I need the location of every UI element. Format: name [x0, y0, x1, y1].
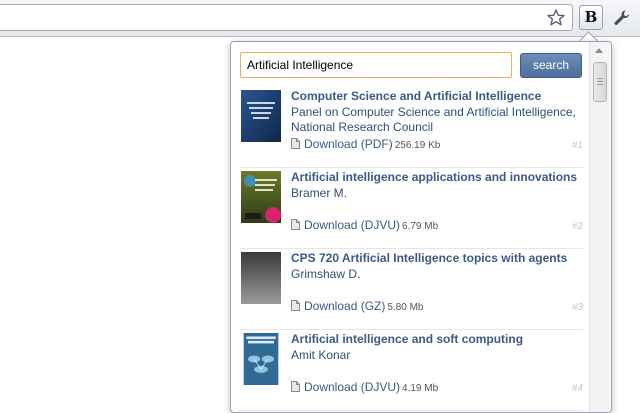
- grip-line: [597, 78, 603, 79]
- star-icon[interactable]: [546, 8, 566, 28]
- book-cover-image[interactable]: [241, 171, 281, 223]
- file-icon: [291, 300, 300, 311]
- scrollbar-thumb[interactable]: [593, 62, 607, 102]
- result-number: #1: [571, 140, 583, 151]
- result-author[interactable]: Panel on Computer Science and Artificial…: [291, 105, 581, 135]
- result-number: #2: [571, 221, 583, 232]
- file-size: 5.80 Mb: [387, 302, 424, 313]
- download-label: Download (DJVU): [304, 218, 401, 232]
- file-icon: [291, 381, 300, 392]
- book-cover-image[interactable]: [241, 90, 281, 142]
- browser-toolbar: B: [0, 0, 640, 37]
- search-button[interactable]: search: [520, 53, 582, 78]
- wrench-icon[interactable]: [612, 8, 632, 28]
- result-item: Computer Science and Artificial Intellig…: [239, 87, 583, 168]
- download-link[interactable]: Download (DJVU) 6.79 Mb: [291, 218, 438, 232]
- grip-line: [597, 84, 603, 85]
- file-size: 6.79 Mb: [402, 221, 439, 232]
- file-size: 4.19 Mb: [402, 383, 439, 394]
- download-link[interactable]: Download (PDF) 256.19 Kb: [291, 137, 440, 151]
- result-author[interactable]: Bramer M.: [291, 186, 581, 201]
- result-item: Artificial intelligence applications and…: [239, 168, 583, 249]
- result-author[interactable]: Grimshaw D.: [291, 267, 581, 282]
- extension-popup: search Computer Science and Artificial I…: [230, 41, 612, 413]
- result-title[interactable]: Artificial intelligence and soft computi…: [291, 332, 581, 346]
- download-link[interactable]: Download (GZ) 5.80 Mb: [291, 299, 424, 313]
- download-label: Download (DJVU): [304, 380, 401, 394]
- download-label: Download (PDF): [304, 137, 393, 151]
- grip-line: [597, 81, 603, 82]
- download-label: Download (GZ): [304, 299, 386, 313]
- search-input[interactable]: [240, 52, 512, 78]
- scrollbar[interactable]: [589, 42, 610, 412]
- result-title[interactable]: Artificial intelligence applications and…: [291, 170, 581, 184]
- file-icon: [291, 138, 300, 149]
- extension-button[interactable]: B: [579, 5, 603, 30]
- file-icon: [291, 219, 300, 230]
- file-size: 256.19 Kb: [394, 140, 441, 151]
- result-title[interactable]: Computer Science and Artificial Intellig…: [291, 89, 581, 103]
- results-list: Computer Science and Artificial Intellig…: [231, 87, 587, 411]
- address-bar[interactable]: [0, 4, 573, 31]
- result-author[interactable]: Amit Konar: [291, 348, 581, 363]
- result-item: CPS 720 Artificial Intelligence topics w…: [239, 249, 583, 330]
- scroll-up-arrow-icon[interactable]: [595, 48, 603, 53]
- book-cover-image[interactable]: [241, 252, 281, 304]
- download-link[interactable]: Download (DJVU) 4.19 Mb: [291, 380, 438, 394]
- result-number: #3: [571, 302, 583, 313]
- result-number: #4: [571, 383, 583, 394]
- book-cover-image[interactable]: [241, 333, 281, 385]
- result-title[interactable]: CPS 720 Artificial Intelligence topics w…: [291, 251, 581, 265]
- result-item: Artificial intelligence and soft computi…: [239, 330, 583, 411]
